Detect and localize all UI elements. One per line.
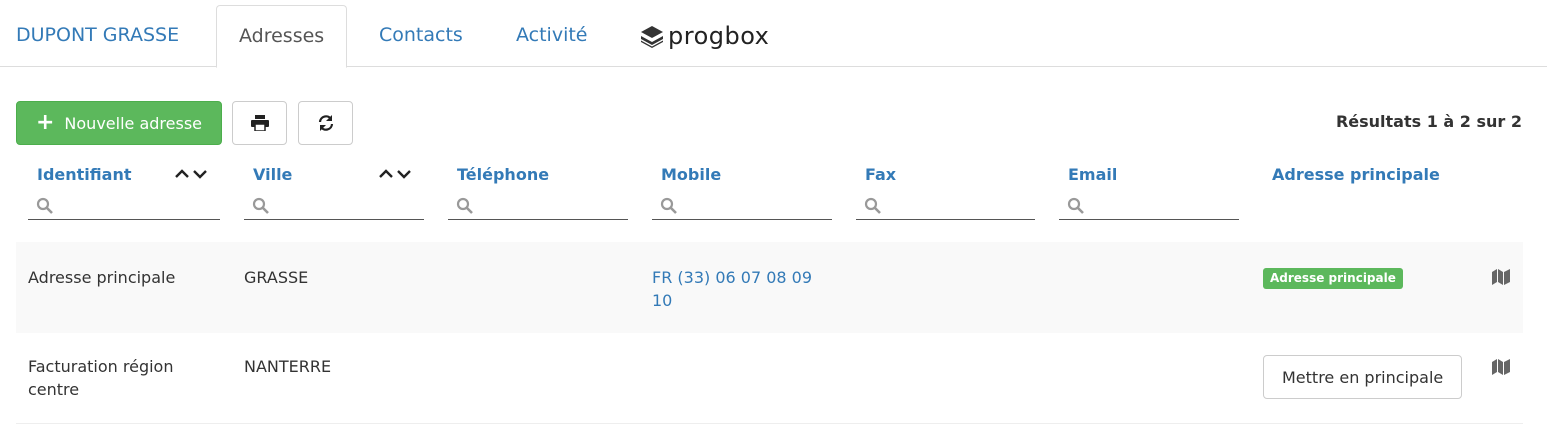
new-address-button[interactable]: + Nouvelle adresse bbox=[16, 101, 222, 145]
results-count: Résultats 1 à 2 sur 2 bbox=[1335, 112, 1522, 131]
tab-contacts[interactable]: Contacts bbox=[379, 5, 463, 67]
tab-bar: DUPONT GRASSE Adresses Contacts Activité… bbox=[0, 0, 1547, 68]
filter-email-input[interactable] bbox=[1059, 194, 1239, 218]
sort-identifiant[interactable] bbox=[174, 168, 208, 180]
chevron-down-icon[interactable] bbox=[192, 168, 208, 180]
search-icon bbox=[36, 197, 53, 214]
column-header-mobile: Mobile bbox=[661, 165, 721, 184]
logo-text: progbox bbox=[668, 22, 770, 50]
tab-activite[interactable]: Activité bbox=[516, 5, 588, 67]
column-label-identifiant[interactable]: Identifiant bbox=[37, 165, 131, 184]
search-icon bbox=[1067, 197, 1084, 214]
chevron-down-icon[interactable] bbox=[396, 168, 412, 180]
filter-mobile bbox=[652, 193, 832, 220]
set-principal-button[interactable]: Mettre en principale bbox=[1263, 355, 1463, 399]
chevron-up-icon[interactable] bbox=[174, 168, 190, 180]
filter-fax-input[interactable] bbox=[856, 194, 1035, 218]
print-icon bbox=[250, 115, 269, 131]
filter-email bbox=[1059, 193, 1239, 220]
column-label-mobile[interactable]: Mobile bbox=[661, 165, 721, 184]
cell-ville: NANTERRE bbox=[244, 357, 332, 376]
tab-adresses[interactable]: Adresses bbox=[216, 5, 348, 68]
chevron-up-icon[interactable] bbox=[378, 168, 394, 180]
column-label-principale[interactable]: Adresse principale bbox=[1272, 165, 1440, 184]
search-icon bbox=[864, 197, 881, 214]
filter-fax bbox=[856, 193, 1035, 220]
column-header-telephone: Téléphone bbox=[457, 165, 549, 184]
column-label-email[interactable]: Email bbox=[1068, 165, 1117, 184]
column-label-ville[interactable]: Ville bbox=[253, 165, 292, 184]
column-label-fax[interactable]: Fax bbox=[865, 165, 896, 184]
search-icon bbox=[252, 197, 269, 214]
filter-telephone-input[interactable] bbox=[448, 194, 628, 218]
filter-telephone bbox=[448, 193, 628, 220]
sort-ville[interactable] bbox=[378, 168, 412, 180]
plus-icon: + bbox=[35, 110, 55, 135]
refresh-button[interactable] bbox=[298, 101, 353, 145]
filter-ville bbox=[244, 193, 424, 220]
column-header-ville: Ville bbox=[253, 165, 292, 184]
column-header-email: Email bbox=[1068, 165, 1117, 184]
new-address-label: Nouvelle adresse bbox=[64, 113, 202, 133]
map-icon[interactable] bbox=[1492, 269, 1510, 285]
cell-mobile[interactable]: FR (33) 06 07 08 09 10 bbox=[652, 266, 832, 312]
table-row: Facturation région centre NANTERRE Mettr… bbox=[16, 333, 1523, 424]
refresh-icon bbox=[318, 115, 333, 131]
cell-identifiant: Facturation région centre bbox=[28, 357, 174, 399]
map-icon[interactable] bbox=[1492, 359, 1510, 375]
print-button[interactable] bbox=[232, 101, 287, 145]
filter-ville-input[interactable] bbox=[244, 194, 424, 218]
cell-ville: GRASSE bbox=[244, 268, 309, 287]
search-icon bbox=[456, 197, 473, 214]
column-header-principale: Adresse principale bbox=[1272, 165, 1440, 184]
column-header-identifiant: Identifiant bbox=[37, 165, 131, 184]
cell-identifiant: Adresse principale bbox=[28, 268, 176, 287]
filter-mobile-input[interactable] bbox=[652, 194, 832, 218]
search-icon bbox=[660, 197, 677, 214]
column-header-fax: Fax bbox=[865, 165, 896, 184]
progbox-logo[interactable]: progbox bbox=[640, 22, 769, 50]
filter-identifiant-input[interactable] bbox=[28, 194, 220, 218]
progbox-logo-icon bbox=[641, 26, 663, 48]
tab-client[interactable]: DUPONT GRASSE bbox=[16, 5, 179, 67]
column-label-telephone[interactable]: Téléphone bbox=[457, 165, 549, 184]
table-row: Adresse principale GRASSE FR (33) 06 07 … bbox=[16, 242, 1523, 333]
status-badge: Adresse principale bbox=[1263, 268, 1403, 289]
filter-identifiant bbox=[28, 193, 220, 220]
